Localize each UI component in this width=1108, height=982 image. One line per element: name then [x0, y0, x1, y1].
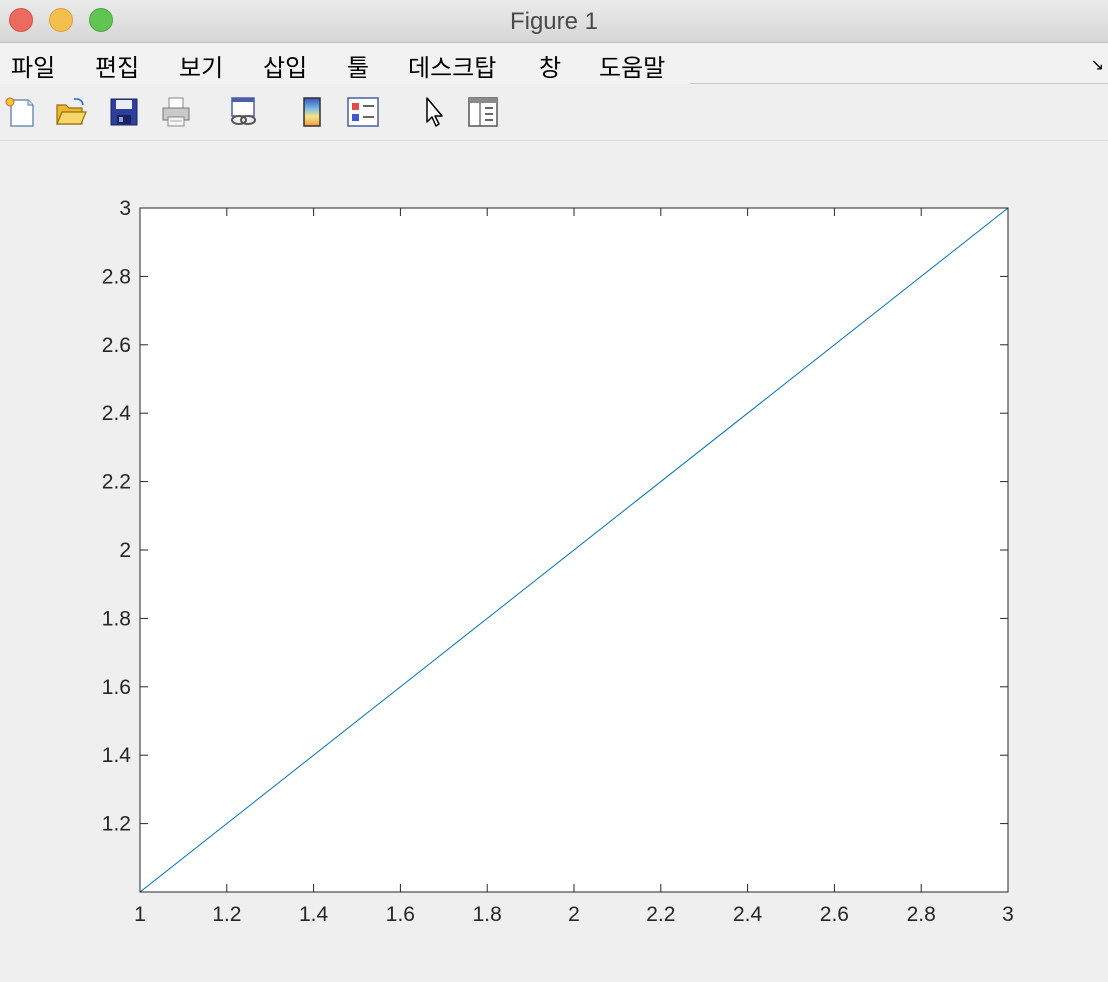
x-tick-label: 2.4	[733, 903, 763, 926]
open-file-icon[interactable]	[54, 95, 88, 129]
menu-divider	[690, 83, 1108, 84]
toolbar	[0, 85, 1108, 141]
menu-bar: 파일 편집 보기 삽입 툴 데스크탑 창 도움말 ↘	[0, 43, 1108, 84]
menu-desktop[interactable]: 데스크탑	[408, 48, 496, 83]
dock-arrow-icon[interactable]: ↘	[1091, 55, 1104, 74]
menu-help[interactable]: 도움말	[599, 48, 665, 83]
colorbar-icon[interactable]	[295, 95, 329, 129]
menu-insert[interactable]: 삽입	[263, 48, 307, 83]
menu-view[interactable]: 보기	[179, 48, 223, 83]
y-tick-label: 2	[119, 539, 131, 562]
x-tick-label: 2.6	[820, 903, 849, 926]
print-icon[interactable]	[159, 95, 193, 129]
x-tick-label: 3	[1002, 903, 1014, 926]
window-title: Figure 1	[509, 8, 599, 35]
figure-canvas: 1 1.2 1.4 1.6 1.8 2 2.2 2.4 2.6 2.8 3 1.2 1.4 1.6 1.8 2…	[0, 141, 1108, 978]
y-tick-label: 2.6	[102, 334, 131, 357]
save-icon[interactable]	[107, 95, 141, 129]
x-tick-label: 1.2	[212, 903, 241, 926]
x-tick-label: 1.4	[299, 903, 329, 926]
menu-file[interactable]: 파일	[11, 48, 55, 83]
new-figure-icon[interactable]	[3, 95, 37, 129]
legend-icon[interactable]	[346, 95, 380, 129]
x-tick-label: 1	[134, 903, 146, 926]
menu-window[interactable]: 창	[539, 48, 561, 83]
x-tick-label: 2	[568, 903, 580, 926]
property-inspector-icon[interactable]	[466, 95, 500, 129]
y-tick-label: 2.2	[102, 471, 131, 494]
menu-tools[interactable]: 툴	[347, 48, 369, 83]
y-tick-label: 1.2	[102, 813, 131, 836]
pointer-icon[interactable]	[417, 95, 451, 129]
y-tick-label: 1.6	[102, 676, 131, 699]
y-tick-label: 3	[119, 197, 131, 220]
x-tick-label: 2.2	[646, 903, 675, 926]
y-tick-label: 2.4	[102, 402, 132, 425]
y-tick-label: 2.8	[102, 265, 131, 288]
x-tick-label: 2.8	[907, 903, 936, 926]
title-bar: Figure 1	[0, 0, 1108, 43]
x-tick-label: 1.6	[386, 903, 415, 926]
y-tick-label: 1.4	[102, 744, 132, 767]
x-tick-label: 1.8	[473, 903, 502, 926]
line-chart[interactable]: 1 1.2 1.4 1.6 1.8 2 2.2 2.4 2.6 2.8 3 1.2 1.4 1.6 1.8 2…	[0, 141, 1108, 978]
y-tick-label: 1.8	[102, 607, 131, 630]
menu-edit[interactable]: 편집	[95, 48, 139, 83]
link-plot-icon[interactable]	[226, 95, 260, 129]
